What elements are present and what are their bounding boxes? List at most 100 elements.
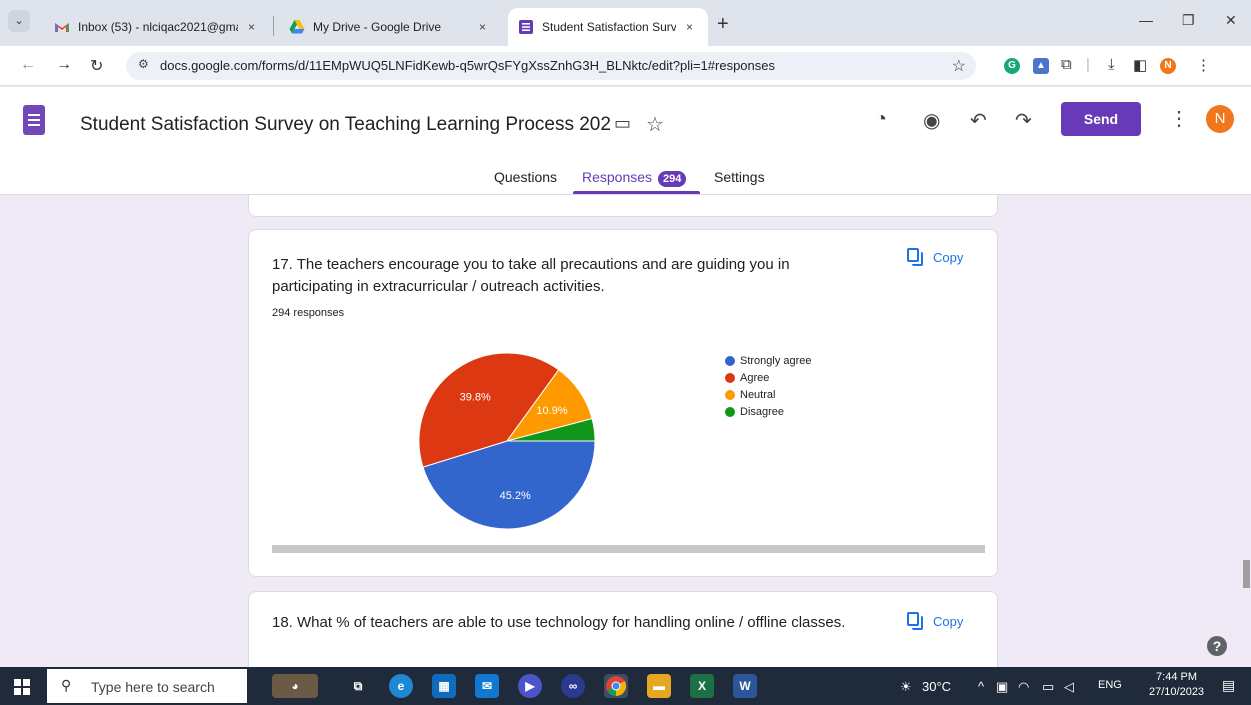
clock[interactable]: 7:44 PM 27/10/2023 (1149, 670, 1204, 700)
bookmark-star-icon[interactable]: ☆ (952, 56, 966, 76)
pie-label-strongly-agree: 45.2% (500, 490, 531, 502)
clock-time: 7:44 PM (1156, 671, 1198, 683)
edge-browser-icon[interactable]: e (389, 674, 413, 698)
tab-divider (273, 16, 274, 36)
forms-header: Student Satisfaction Survey on Teaching … (0, 87, 1251, 195)
browser-tab-strip: ⌄ Inbox (53) - nlciqac2021@gma × My Driv… (0, 0, 1251, 46)
tab-questions[interactable]: Questions (494, 169, 557, 185)
legend-label: Neutral (740, 388, 776, 401)
legend-item-disagree: Disagree (725, 403, 812, 420)
responses-content: 17. The teachers encourage you to take a… (0, 195, 1251, 667)
form-tabs: Questions Responses 294 Settings (0, 165, 1251, 195)
pie-label-neutral: 10.9% (536, 405, 567, 417)
gmail-icon (54, 19, 70, 35)
chrome-menu-icon[interactable]: ⋮ (1196, 56, 1211, 74)
google-forms-logo-icon[interactable] (23, 105, 45, 135)
toolbar-divider: | (1086, 56, 1090, 73)
active-tab-indicator (573, 191, 700, 194)
help-icon[interactable]: ? (1207, 636, 1227, 656)
chart-legend: Strongly agree Agree Neutral Disagree (725, 352, 812, 420)
tab-gmail[interactable]: Inbox (53) - nlciqac2021@gma × (44, 8, 269, 46)
download-icon[interactable]: ⤓ (1108, 56, 1115, 73)
redo-icon[interactable]: ↷ (1015, 108, 1032, 133)
legend-label: Strongly agree (740, 354, 812, 367)
copy-icon (907, 612, 923, 630)
meet-now-icon[interactable]: ▣ (996, 679, 1008, 695)
grammarly-extension-icon[interactable]: G (1004, 58, 1020, 74)
taskbar-search[interactable]: ⚲ Type here to search (47, 669, 247, 703)
google-drive-icon (289, 19, 305, 35)
extension-icon[interactable]: ▲ (1033, 58, 1049, 74)
horizontal-scrollbar[interactable] (272, 545, 985, 553)
show-hidden-icons-icon[interactable]: ^ (978, 679, 984, 694)
windows-start-icon[interactable] (14, 679, 30, 695)
tab-forms-active[interactable]: Student Satisfaction Survey on × (508, 8, 708, 46)
network-wifi-icon[interactable]: ◠ (1018, 679, 1029, 695)
legend-item-agree: Agree (725, 369, 812, 386)
legend-swatch (725, 389, 735, 400)
site-settings-icon[interactable]: ⚙ (138, 57, 149, 71)
tab-title: Inbox (53) - nlciqac2021@gma (78, 20, 238, 34)
notification-center-icon[interactable]: ▤ (1222, 677, 1235, 694)
back-icon[interactable]: ← (20, 56, 36, 74)
star-icon[interactable]: ☆ (646, 112, 664, 137)
legend-item-neutral: Neutral (725, 386, 812, 403)
legend-label: Agree (740, 371, 770, 384)
microsoft-store-icon[interactable]: ▦ (432, 674, 456, 698)
file-explorer-icon[interactable]: ▬ (647, 674, 671, 698)
task-view-icon[interactable]: ⧉ (346, 674, 370, 698)
move-to-folder-icon[interactable]: ▭ (614, 113, 631, 134)
question-18-card: 18. What % of teachers are able to use t… (248, 591, 998, 667)
tab-responses-label: Responses (582, 169, 653, 185)
puzzle-extensions-icon[interactable]: ⧉ (1061, 56, 1072, 73)
legend-label: Disagree (740, 405, 785, 418)
search-icon: ⚲ (61, 677, 72, 693)
send-button[interactable]: Send (1061, 102, 1141, 136)
excel-icon[interactable]: X (690, 674, 714, 698)
tab-search-icon[interactable]: ⌄ (8, 10, 30, 32)
close-icon[interactable]: × (479, 20, 486, 34)
word-icon[interactable]: W (733, 674, 757, 698)
chrome-icon[interactable] (604, 674, 628, 698)
minimize-icon[interactable]: — (1139, 12, 1153, 28)
copy-chart-button[interactable]: Copy (907, 612, 963, 630)
account-avatar[interactable]: N (1206, 105, 1234, 133)
temperature[interactable]: 30°C (922, 679, 951, 694)
side-panel-icon[interactable]: ◧ (1133, 56, 1147, 74)
profile-avatar[interactable]: N (1160, 58, 1176, 74)
windows-taskbar: ⚲ Type here to search ◕ ⧉ e ▦ ✉ ▶ ∞ ▬ X … (0, 667, 1251, 705)
restore-icon[interactable]: ❐ (1182, 12, 1195, 29)
copilot-icon[interactable]: ∞ (561, 674, 585, 698)
tab-responses[interactable]: Responses 294 (582, 169, 687, 187)
more-options-icon[interactable]: ⋮ (1169, 106, 1189, 131)
new-tab-button[interactable]: + (717, 13, 729, 36)
form-title[interactable]: Student Satisfaction Survey on Teaching … (80, 114, 610, 136)
volume-icon[interactable]: ◁ (1064, 679, 1074, 695)
undo-icon[interactable]: ↶ (970, 108, 987, 133)
close-icon[interactable]: × (248, 20, 255, 34)
address-bar[interactable]: ⚙ docs.google.com/forms/d/11EMpWUQ5LNFid… (126, 52, 976, 80)
vertical-scrollbar-thumb[interactable] (1243, 560, 1250, 588)
tab-google-drive[interactable]: My Drive - Google Drive × (279, 8, 501, 46)
mail-icon[interactable]: ✉ (475, 674, 499, 698)
customize-theme-palette-icon[interactable]: ◔ (875, 108, 887, 131)
pie-chart: 45.2% 39.8% 10.9% (418, 352, 596, 530)
tab-settings[interactable]: Settings (714, 169, 765, 185)
google-forms-icon (518, 19, 534, 35)
tab-title: Student Satisfaction Survey on (542, 20, 676, 34)
weather-icon[interactable]: ☀ (900, 679, 912, 695)
legend-swatch (725, 355, 735, 366)
browser-toolbar: ← → ↻ ⚙ docs.google.com/forms/d/11EMpWUQ… (0, 46, 1251, 86)
language-indicator[interactable]: ENG (1098, 679, 1122, 691)
question-18-text: 18. What % of teachers are able to use t… (272, 614, 846, 631)
battery-icon[interactable]: ▭ (1042, 679, 1054, 695)
media-app-icon[interactable]: ▶ (518, 674, 542, 698)
lemur-mascot-icon: ◕ (272, 674, 318, 698)
window-close-icon[interactable]: ✕ (1225, 12, 1237, 29)
close-icon[interactable]: × (686, 20, 693, 34)
responses-count-badge: 294 (658, 171, 687, 187)
reload-icon[interactable]: ↻ (90, 56, 103, 76)
preview-eye-icon[interactable]: ◉ (923, 108, 940, 133)
forward-icon[interactable]: → (56, 56, 72, 74)
url-text[interactable]: docs.google.com/forms/d/11EMpWUQ5LNFidKe… (160, 58, 775, 73)
